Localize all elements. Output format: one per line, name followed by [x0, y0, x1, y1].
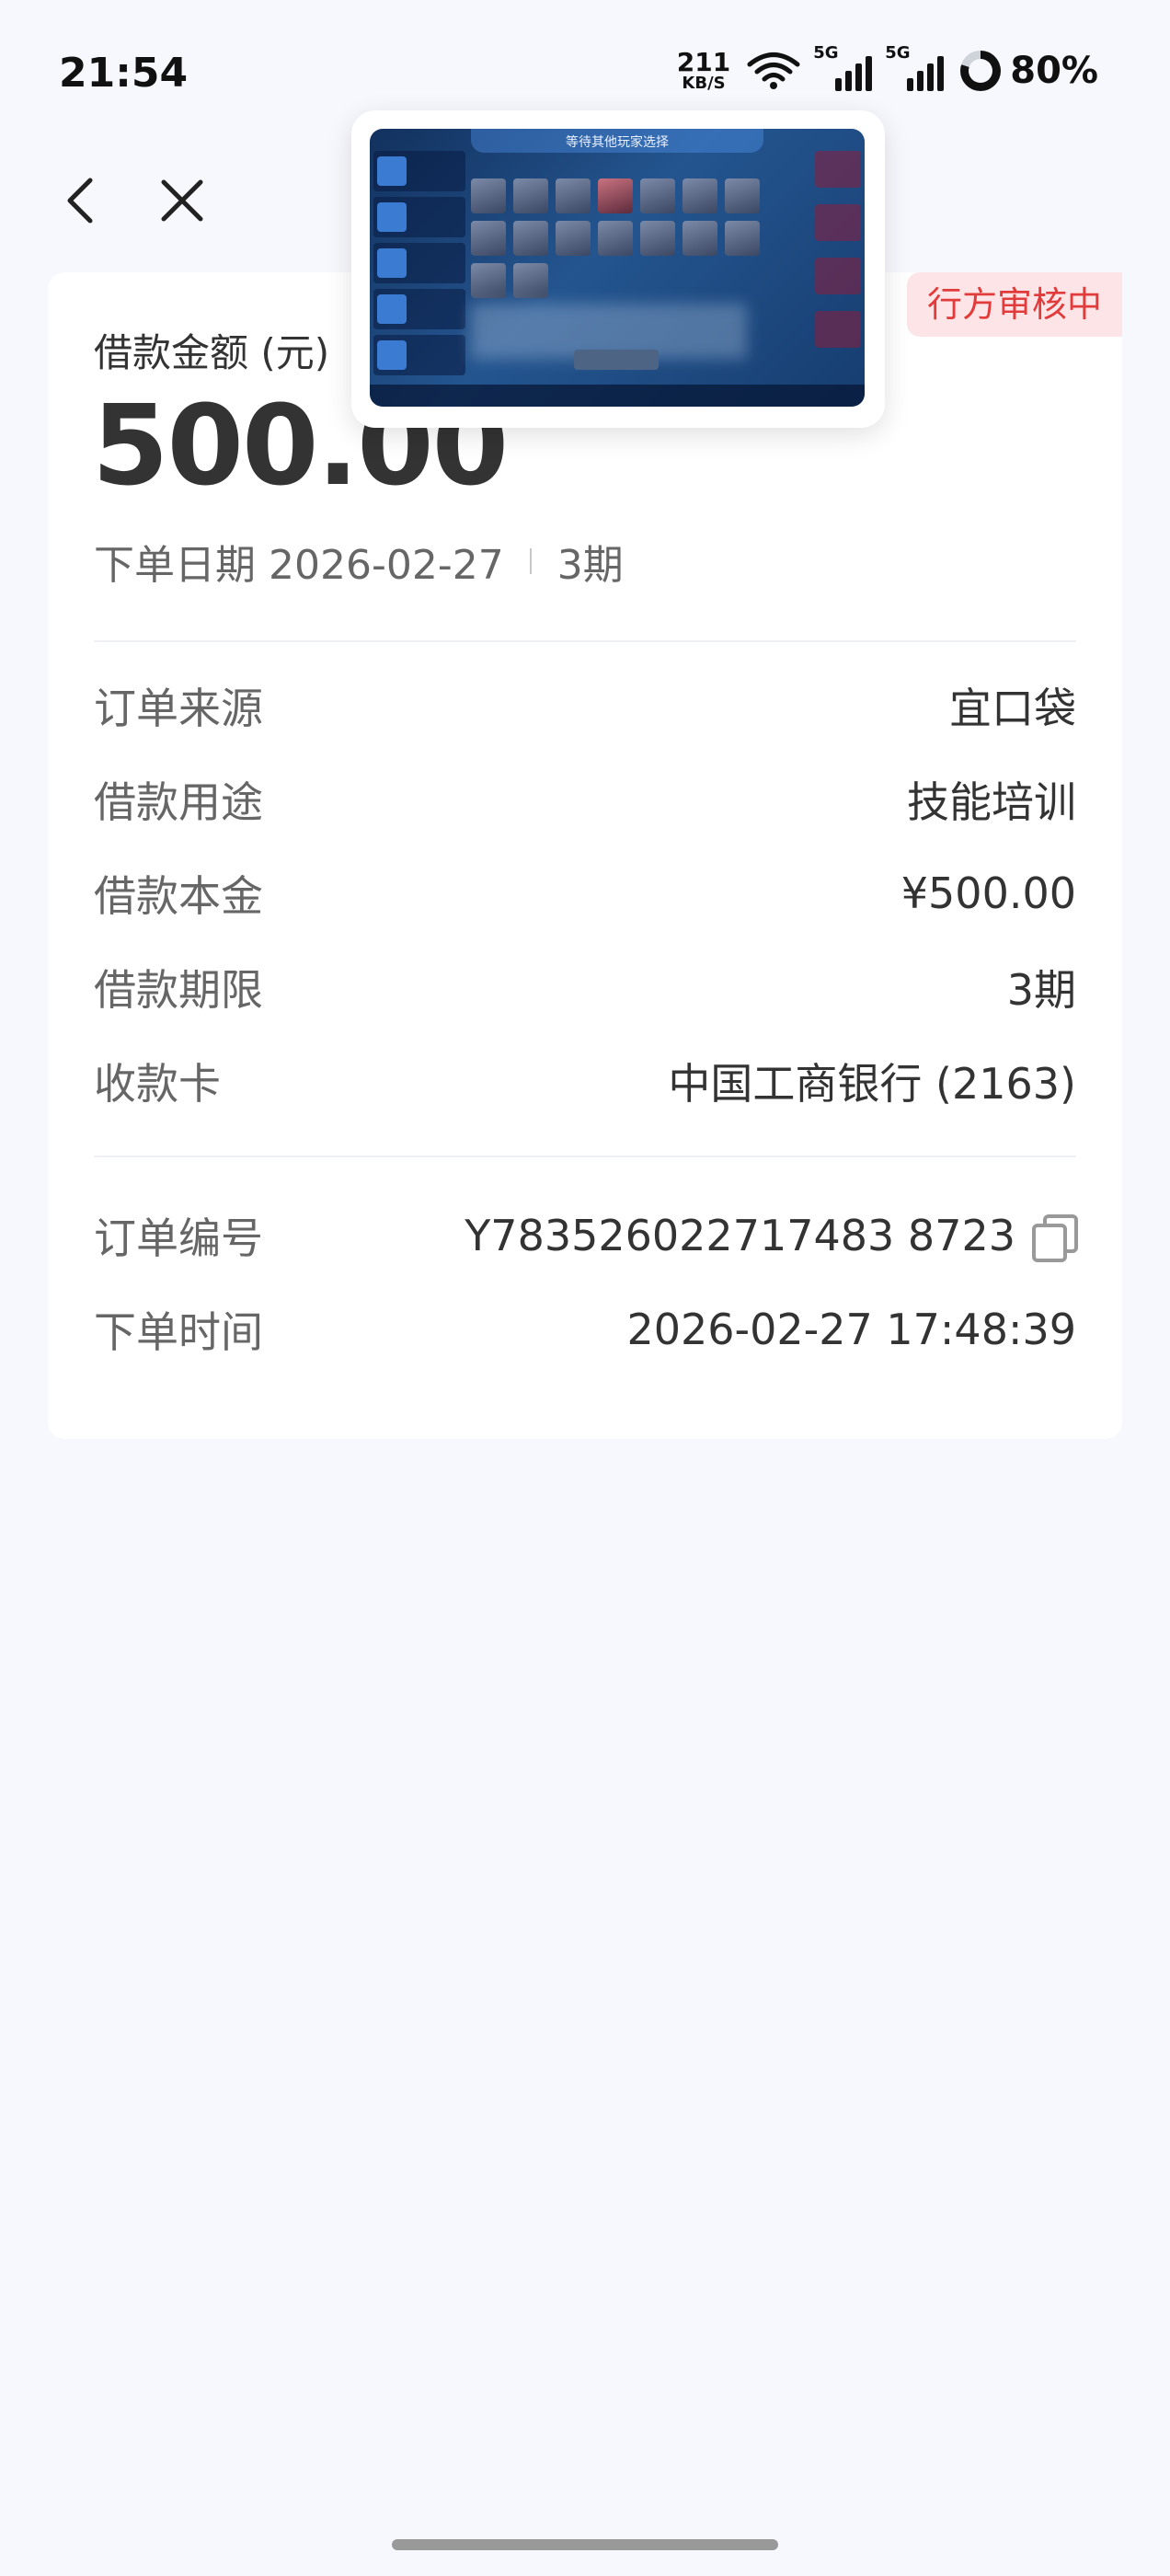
order-time-row: 下单时间 2026-02-27 17:48:39 [94, 1297, 1076, 1362]
status-icons: 211 KB/S 5G 5G 80% [677, 43, 1098, 92]
close-button[interactable] [156, 175, 208, 226]
order-number-label: 订单编号 [94, 1213, 263, 1263]
wifi-icon [747, 52, 800, 89]
order-date: 下单日期 2026-02-27 [94, 542, 504, 589]
order-number: Y783526022717483 8723 [465, 1211, 1015, 1260]
signal-5g-icon: 5G [885, 43, 945, 91]
network-speed-unit: KB/S [682, 74, 726, 93]
clock: 21:54 [59, 50, 189, 97]
term-summary: 3期 [556, 542, 624, 589]
battery-ring-icon [960, 51, 1002, 91]
detail-value: 3期 [1006, 965, 1076, 1015]
detail-value: 宜口袋 [949, 684, 1076, 733]
order-number-row: 订单编号 Y783526022717483 8723 [94, 1203, 1078, 1268]
detail-row-purpose: 借款用途 技能培训 [94, 767, 1076, 832]
detail-value: ¥500.00 [900, 868, 1076, 918]
signal-5g-icon: 5G [813, 43, 873, 91]
detail-row-source: 订单来源 宜口袋 [94, 673, 1076, 738]
detail-row-principal: 借款本金 ¥500.00 [94, 861, 1076, 926]
detail-value: 技能培训 [907, 777, 1076, 827]
order-time: 2026-02-27 17:48:39 [626, 1305, 1076, 1354]
network-speed-value: 211 [676, 47, 731, 77]
detail-value: 中国工商银行 (2163) [668, 1059, 1076, 1109]
pip-player-list [373, 151, 465, 381]
order-card: 行方审核中 借款金额 (元) 500.00 下单日期 2026-02-27 3期… [48, 272, 1122, 1439]
detail-label: 收款卡 [94, 1059, 221, 1109]
home-indicator[interactable] [392, 2539, 778, 2550]
pip-enemy-list [815, 151, 861, 364]
signal-tag: 5G [813, 43, 839, 63]
copy-icon[interactable] [1030, 1213, 1078, 1262]
battery: 80% [960, 50, 1098, 92]
detail-row-term: 借款期限 3期 [94, 955, 1076, 1019]
divider [94, 640, 1076, 642]
divider [94, 1156, 1076, 1157]
detail-label: 借款期限 [94, 965, 263, 1015]
pip-bottom-bar [370, 385, 865, 407]
pip-title: 等待其他玩家选择 [566, 135, 669, 150]
order-number-wrap: Y783526022717483 8723 [465, 1211, 1078, 1262]
pip-hero-grid [471, 178, 765, 298]
order-meta: 下单日期 2026-02-27 3期 [94, 532, 624, 591]
amount-label: 借款金额 (元) [94, 330, 330, 375]
pip-button [574, 350, 659, 370]
status-badge: 行方审核中 [906, 272, 1122, 337]
signal-tag: 5G [885, 43, 911, 63]
floating-video-window[interactable]: 等待其他玩家选择 [351, 110, 885, 428]
chevron-left-icon [67, 178, 93, 224]
back-button[interactable] [59, 173, 105, 228]
detail-label: 借款用途 [94, 777, 263, 827]
detail-label: 借款本金 [94, 871, 263, 921]
detail-label: 订单来源 [94, 684, 263, 733]
battery-percent: 80% [1010, 50, 1098, 92]
detail-row-card: 收款卡 中国工商银行 (2163) [94, 1049, 1076, 1113]
network-speed: 211 KB/S [677, 50, 730, 92]
close-icon [161, 179, 203, 222]
game-video-thumbnail[interactable]: 等待其他玩家选择 [370, 129, 865, 407]
order-time-label: 下单时间 [94, 1307, 263, 1357]
meta-separator [529, 548, 532, 574]
